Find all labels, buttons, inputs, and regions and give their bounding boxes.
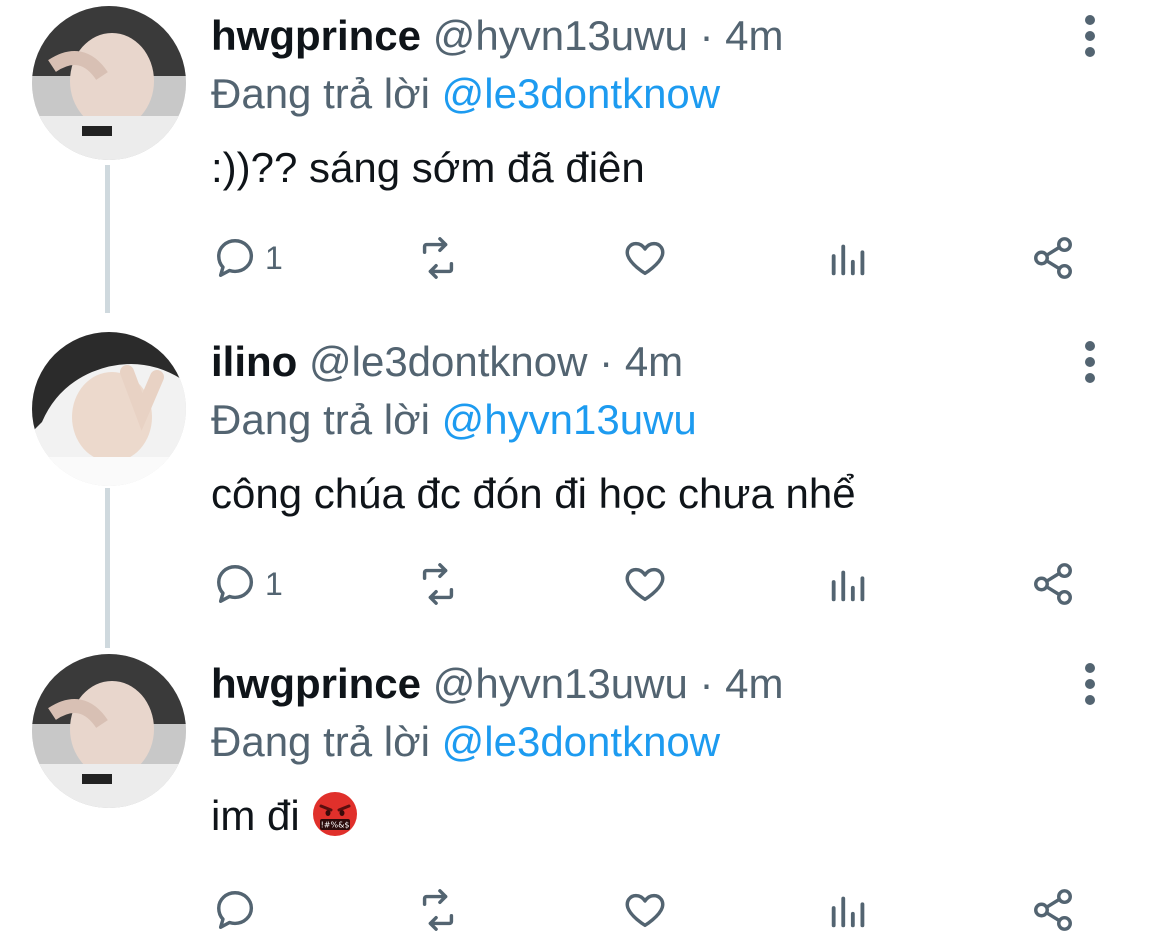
views-button[interactable] bbox=[826, 554, 872, 614]
share-button[interactable] bbox=[1030, 880, 1076, 940]
replying-to: Đang trả lời @le3dontknow bbox=[211, 718, 720, 766]
more-options-button[interactable] bbox=[1070, 662, 1110, 706]
share-button[interactable] bbox=[1030, 228, 1076, 288]
tweet-text: :))?? sáng sớm đã điên bbox=[211, 144, 645, 191]
timestamp[interactable]: 4m bbox=[725, 660, 783, 707]
avatar[interactable] bbox=[32, 6, 186, 160]
reply-button[interactable] bbox=[213, 880, 265, 940]
like-button[interactable] bbox=[622, 228, 668, 288]
action-bar: 1 bbox=[0, 554, 1152, 614]
retweet-button[interactable] bbox=[415, 880, 461, 940]
mention-link[interactable]: @le3dontknow bbox=[442, 718, 720, 765]
replying-prefix: Đang trả lời bbox=[211, 718, 430, 765]
retweet-icon bbox=[422, 237, 454, 279]
heart-icon bbox=[625, 567, 665, 602]
analytics-icon bbox=[831, 244, 865, 276]
face-with-symbols-on-mouth-emoji: !#%&$ bbox=[313, 792, 358, 836]
views-button[interactable] bbox=[826, 228, 872, 288]
share-icon bbox=[1034, 563, 1072, 605]
share-button[interactable] bbox=[1030, 554, 1076, 614]
like-button[interactable] bbox=[622, 880, 668, 940]
user-handle[interactable]: @hyvn13uwu bbox=[433, 12, 688, 59]
avatar[interactable] bbox=[32, 654, 186, 808]
more-vertical-icon bbox=[1085, 15, 1095, 57]
timestamp[interactable]: 4m bbox=[625, 338, 683, 385]
retweet-icon bbox=[422, 889, 454, 931]
more-options-button[interactable] bbox=[1070, 14, 1110, 58]
replying-prefix: Đang trả lời bbox=[211, 396, 430, 443]
emoji-symbols: !#%&$ bbox=[321, 821, 350, 830]
reply-button[interactable]: 1 bbox=[213, 228, 283, 288]
user-handle[interactable]: @hyvn13uwu bbox=[433, 660, 688, 707]
reply-count: 1 bbox=[265, 239, 283, 276]
mention-link[interactable]: @hyvn13uwu bbox=[442, 396, 697, 443]
tweet-text-body: im đi bbox=[211, 792, 300, 839]
tweet-text: im đi !#%&$ bbox=[211, 790, 359, 842]
reply-count: 1 bbox=[265, 565, 283, 602]
user-handle[interactable]: @le3dontknow bbox=[309, 338, 587, 385]
reply-button[interactable]: 1 bbox=[213, 554, 283, 614]
retweet-icon bbox=[422, 563, 454, 605]
more-options-button[interactable] bbox=[1070, 340, 1110, 384]
replying-to: Đang trả lời @le3dontknow bbox=[211, 70, 720, 118]
like-button[interactable] bbox=[622, 554, 668, 614]
separator-dot: · bbox=[699, 660, 714, 707]
analytics-icon bbox=[831, 570, 865, 602]
heart-icon bbox=[625, 241, 665, 276]
tweet-header: hwgprince @hyvn13uwu · 4m bbox=[211, 12, 784, 60]
views-button[interactable] bbox=[826, 880, 872, 940]
tweet-header: ilino @le3dontknow · 4m bbox=[211, 338, 683, 386]
share-icon bbox=[1034, 237, 1072, 279]
tweet[interactable]: hwgprince @hyvn13uwu · 4m Đang trả lời @… bbox=[0, 648, 1152, 931]
mention-link[interactable]: @le3dontknow bbox=[442, 70, 720, 117]
tweet-text: công chúa đc đón đi học chưa nhể bbox=[211, 470, 856, 517]
avatar-photo bbox=[32, 6, 186, 160]
share-icon bbox=[1034, 889, 1072, 931]
retweet-button[interactable] bbox=[415, 554, 461, 614]
display-name[interactable]: hwgprince bbox=[211, 660, 421, 707]
reply-icon bbox=[217, 239, 254, 277]
reply-icon bbox=[217, 891, 254, 929]
replying-to: Đang trả lời @hyvn13uwu bbox=[211, 396, 697, 444]
retweet-button[interactable] bbox=[415, 228, 461, 288]
separator-dot: · bbox=[599, 338, 614, 385]
avatar[interactable] bbox=[32, 332, 186, 486]
replying-prefix: Đang trả lời bbox=[211, 70, 430, 117]
tweet[interactable]: ilino @le3dontknow · 4m Đang trả lời @hy… bbox=[0, 326, 1152, 646]
analytics-icon bbox=[831, 896, 865, 928]
separator-dot: · bbox=[699, 12, 714, 59]
heart-icon bbox=[625, 893, 665, 928]
timestamp[interactable]: 4m bbox=[725, 12, 783, 59]
avatar-photo bbox=[32, 332, 186, 486]
more-vertical-icon bbox=[1085, 341, 1095, 383]
avatar-photo bbox=[32, 654, 186, 808]
action-bar bbox=[0, 880, 1152, 940]
display-name[interactable]: hwgprince bbox=[211, 12, 421, 59]
display-name[interactable]: ilino bbox=[211, 338, 297, 385]
tweet[interactable]: hwgprince @hyvn13uwu · 4m Đang trả lời @… bbox=[0, 0, 1152, 325]
more-vertical-icon bbox=[1085, 663, 1095, 705]
tweet-header: hwgprince @hyvn13uwu · 4m bbox=[211, 660, 784, 708]
reply-icon bbox=[217, 565, 254, 603]
action-bar: 1 bbox=[0, 228, 1152, 288]
